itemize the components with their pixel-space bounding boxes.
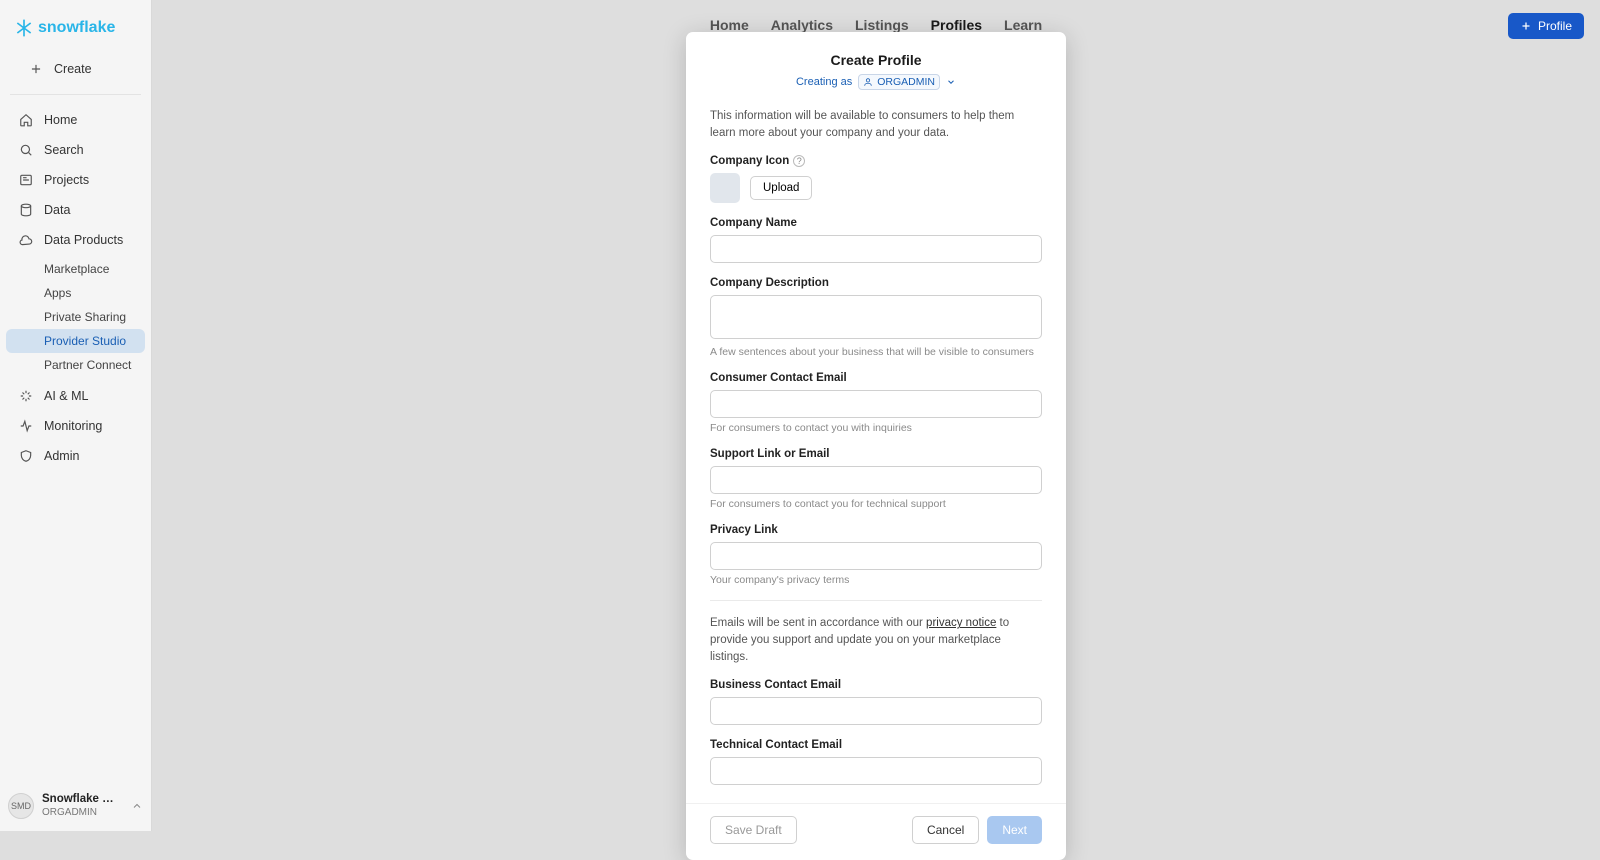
sidebar-item-label: Data Products: [44, 233, 123, 247]
projects-icon: [18, 172, 34, 188]
tab-profiles[interactable]: Profiles: [931, 17, 982, 33]
sidebar-item-monitoring[interactable]: Monitoring: [6, 411, 145, 441]
sidebar-item-label: Data: [44, 203, 70, 217]
snowflake-icon: [14, 18, 34, 38]
sidebar-item-label: Home: [44, 113, 77, 127]
brand-name: snowflake: [38, 19, 115, 37]
privacy-label: Privacy Link: [710, 524, 1042, 536]
sidebar-item-projects[interactable]: Projects: [6, 165, 145, 195]
sidebar: snowflake Create Home Search: [0, 0, 152, 831]
chevron-down-icon: [946, 77, 956, 87]
company-description-help: A few sentences about your business that…: [710, 346, 1042, 358]
brand-logo[interactable]: snowflake: [0, 0, 151, 46]
company-icon-preview: [710, 173, 740, 203]
database-icon: [18, 202, 34, 218]
main-area: Home Analytics Listings Profiles Learn P…: [152, 0, 1600, 831]
subnav-private-sharing[interactable]: Private Sharing: [6, 305, 145, 329]
topnav-tabs: Home Analytics Listings Profiles Learn: [710, 17, 1042, 33]
consumer-email-help: For consumers to contact you with inquir…: [710, 422, 1042, 434]
save-draft-button[interactable]: Save Draft: [710, 816, 797, 844]
person-icon: [863, 77, 873, 87]
sidebar-item-label: Projects: [44, 173, 89, 187]
sidebar-item-home[interactable]: Home: [6, 105, 145, 135]
account-role: ORGADMIN: [42, 807, 123, 819]
sidebar-item-admin[interactable]: Admin: [6, 441, 145, 471]
creating-as-selector[interactable]: Creating as ORGADMIN: [710, 74, 1042, 90]
sidebar-item-label: AI & ML: [44, 389, 88, 403]
create-button[interactable]: Create: [16, 54, 135, 84]
company-name-label: Company Name: [710, 217, 1042, 229]
role-chip: ORGADMIN: [858, 74, 940, 90]
sidebar-item-label: Admin: [44, 449, 79, 463]
consumer-email-label: Consumer Contact Email: [710, 372, 1042, 384]
intro-text: This information will be available to co…: [710, 108, 1042, 141]
new-profile-button[interactable]: Profile: [1508, 13, 1584, 39]
company-description-label: Company Description: [710, 277, 1042, 289]
modal-header: Create Profile Creating as ORGADMIN: [686, 32, 1066, 96]
profile-button-label: Profile: [1538, 19, 1572, 33]
create-profile-modal: Create Profile Creating as ORGADMIN Thi: [686, 32, 1066, 860]
subnav-apps[interactable]: Apps: [6, 281, 145, 305]
cancel-button[interactable]: Cancel: [912, 816, 979, 844]
creating-as-label: Creating as: [796, 76, 852, 88]
subnav-partner-connect[interactable]: Partner Connect: [6, 353, 145, 377]
modal-footer: Save Draft Cancel Next: [686, 803, 1066, 860]
modal-body: This information will be available to co…: [686, 96, 1066, 803]
search-icon: [18, 142, 34, 158]
business-email-label: Business Contact Email: [710, 679, 1042, 691]
company-description-input[interactable]: [710, 295, 1042, 339]
upload-button[interactable]: Upload: [750, 176, 812, 200]
account-switcher[interactable]: SMD Snowflake Mark... ORGADMIN: [0, 783, 151, 831]
sidebar-item-label: Search: [44, 143, 84, 157]
sidebar-item-search[interactable]: Search: [6, 135, 145, 165]
support-input[interactable]: [710, 466, 1042, 494]
company-name-input[interactable]: [710, 235, 1042, 263]
technical-email-input[interactable]: [710, 757, 1042, 785]
data-products-subnav: Marketplace Apps Private Sharing Provide…: [0, 257, 151, 377]
create-label: Create: [54, 62, 92, 76]
help-icon[interactable]: ?: [793, 155, 805, 167]
business-email-input[interactable]: [710, 697, 1042, 725]
modal-title: Create Profile: [710, 52, 1042, 68]
privacy-input[interactable]: [710, 542, 1042, 570]
subnav-provider-studio[interactable]: Provider Studio: [6, 329, 145, 353]
divider: [710, 600, 1042, 601]
technical-email-label: Technical Contact Email: [710, 739, 1042, 751]
shield-icon: [18, 448, 34, 464]
support-label: Support Link or Email: [710, 448, 1042, 460]
support-help: For consumers to contact you for technic…: [710, 498, 1042, 510]
consumer-email-input[interactable]: [710, 390, 1042, 418]
privacy-notice-link[interactable]: privacy notice: [926, 617, 996, 629]
tab-learn[interactable]: Learn: [1004, 17, 1042, 33]
plus-icon: [28, 61, 44, 77]
role-name: ORGADMIN: [877, 76, 935, 88]
avatar: SMD: [8, 793, 34, 819]
activity-icon: [18, 418, 34, 434]
chevron-up-icon: [131, 800, 143, 812]
tab-analytics[interactable]: Analytics: [771, 17, 833, 33]
privacy-help: Your company's privacy terms: [710, 574, 1042, 586]
tab-home[interactable]: Home: [710, 17, 749, 33]
sparkle-icon: [18, 388, 34, 404]
email-notice: Emails will be sent in accordance with o…: [710, 615, 1042, 665]
tab-listings[interactable]: Listings: [855, 17, 909, 33]
company-icon-label: Company Icon: [710, 155, 789, 167]
next-button[interactable]: Next: [987, 816, 1042, 844]
subnav-marketplace[interactable]: Marketplace: [6, 257, 145, 281]
cloud-icon: [18, 232, 34, 248]
sidebar-item-data-products[interactable]: Data Products: [6, 225, 145, 255]
account-name: Snowflake Mark...: [42, 793, 123, 807]
sidebar-item-ai-ml[interactable]: AI & ML: [6, 381, 145, 411]
sidebar-item-label: Monitoring: [44, 419, 102, 433]
home-icon: [18, 112, 34, 128]
sidebar-item-data[interactable]: Data: [6, 195, 145, 225]
plus-icon: [1520, 20, 1532, 32]
